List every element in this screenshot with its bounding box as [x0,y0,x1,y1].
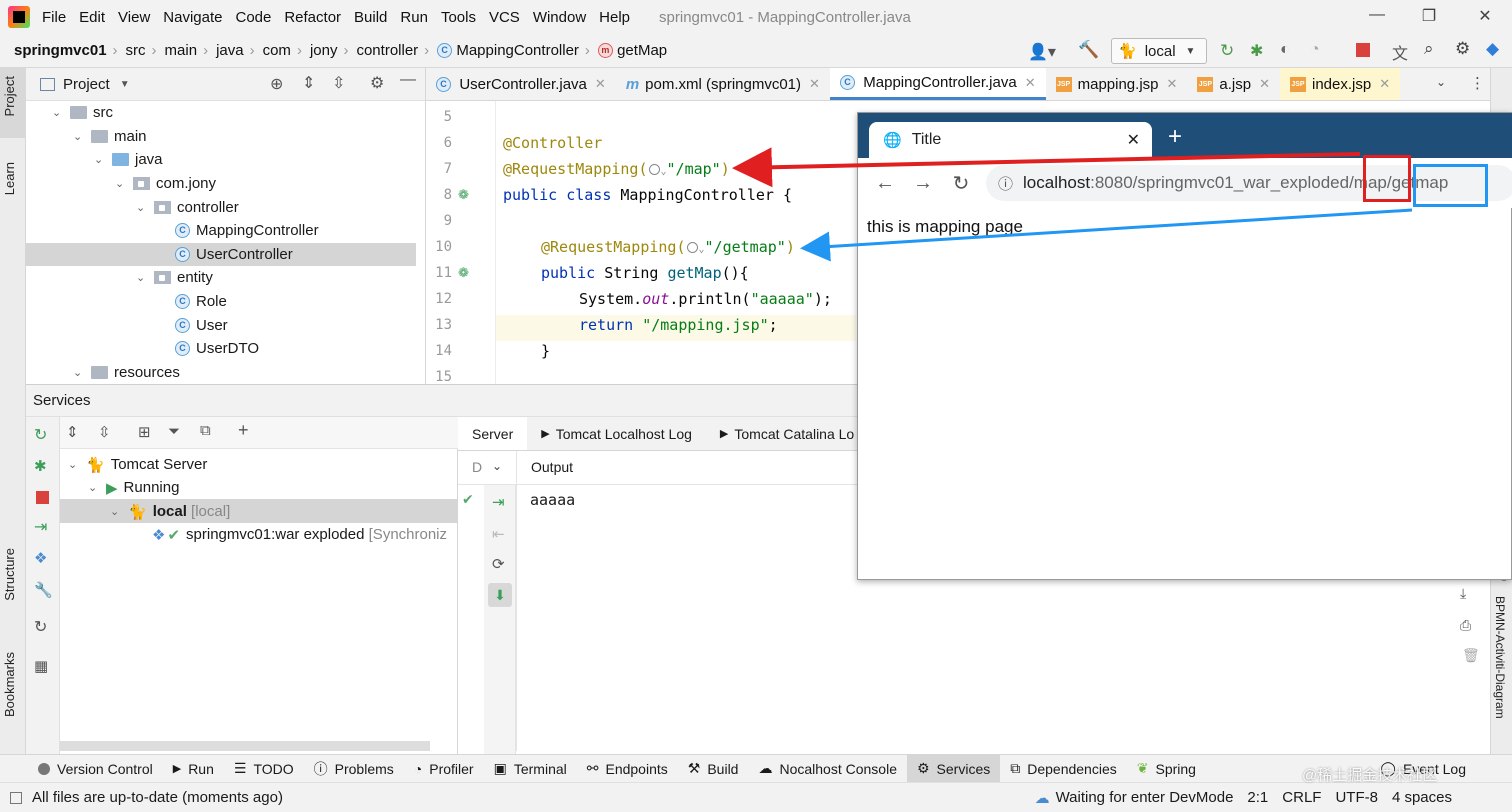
nocalhost-status-icon: ☁ [1034,789,1050,807]
tab-label: Version Control [57,760,153,777]
problems-icon: ⓘ [313,760,328,777]
vcs-icon [38,762,50,775]
tab-run[interactable]: ▶ Run [163,755,224,782]
tab-terminal[interactable]: ▣ Terminal [484,755,577,782]
spring-icon: ❦ [1136,760,1149,776]
nocalhost-icon: ☁ [758,760,773,776]
watermark: @稀土掘金技术社区 [1302,767,1438,784]
line-separator[interactable]: CRLF [1282,789,1321,806]
endpoints-icon: ⚯ [586,760,599,776]
tab-label: Terminal [513,760,567,777]
status-bar: All files are up-to-date (moments ago) ☁… [0,782,1512,812]
devmode-status[interactable]: Waiting for enter DevMode [1056,789,1234,806]
tab-version-control[interactable]: Version Control [28,755,163,782]
tab-profiler[interactable]: ◔ Profiler [404,755,484,782]
todo-icon: ☰ [233,760,247,776]
tab-services[interactable]: ⚙ Services [906,755,1001,782]
tab-label: Spring [1155,760,1196,777]
tab-nocalhost[interactable]: ☁ Nocalhost Console [748,755,907,782]
tab-label: Dependencies [1027,760,1117,777]
tab-label: Nocalhost Console [779,760,897,777]
annotation-arrows [732,147,1413,262]
tab-dependencies[interactable]: ⧉ Dependencies [1000,755,1127,782]
run-icon: ▶ [172,763,182,775]
tab-label: Build [707,760,739,777]
dependencies-icon: ⧉ [1010,760,1021,776]
tab-spring[interactable]: ❦ Spring [1127,755,1206,782]
hammer-icon: ⚒ [687,760,701,776]
tab-endpoints[interactable]: ⚯ Endpoints [577,755,678,782]
terminal-icon: ▣ [493,760,507,776]
file-encoding[interactable]: UTF-8 [1335,789,1378,806]
tab-label: TODO [253,760,294,777]
tab-label: Problems [334,760,394,777]
tab-label: Profiler [429,760,474,777]
tab-label: Run [188,760,214,777]
bottom-tool-tabs: Version Control ▶ Run ☰ TODO ⓘ Problems ◔ Pr… [0,754,1512,782]
tab-todo[interactable]: ☰ TODO [224,755,304,782]
status-toggle-icon[interactable] [10,791,22,804]
caret-position[interactable]: 2:1 [1247,789,1268,806]
status-message[interactable]: All files are up-to-date (moments ago) [32,789,283,806]
blue-arrow [800,208,1413,262]
tab-problems[interactable]: ⓘ Problems [304,755,404,782]
tab-build[interactable]: ⚒ Build [678,755,749,782]
tab-label: Endpoints [605,760,668,777]
red-arrow [732,147,1361,188]
profiler-icon: ◔ [413,760,423,777]
indent-setting[interactable]: 4 spaces [1392,789,1452,806]
tab-label: Services [936,760,991,777]
services-icon: ⚙ [916,760,930,776]
